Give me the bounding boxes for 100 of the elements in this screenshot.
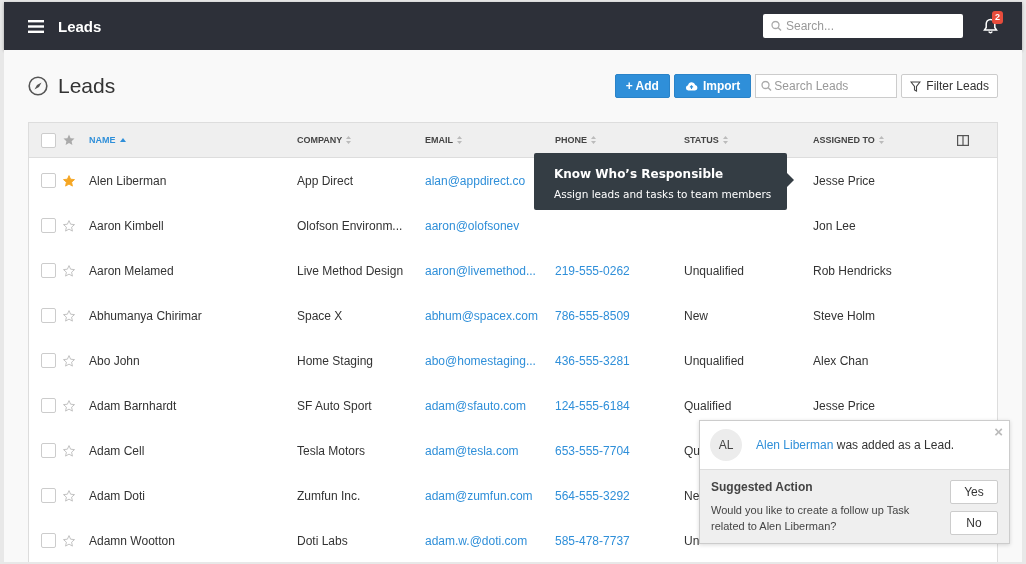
name-cell: Aaron Kimbell bbox=[89, 218, 164, 233]
filter-icon bbox=[910, 80, 922, 92]
column-header[interactable]: NAME bbox=[89, 135, 126, 145]
company-cell: Zumfun Inc. bbox=[297, 488, 361, 503]
status-cell: New bbox=[684, 308, 708, 323]
select-all-checkbox[interactable] bbox=[41, 132, 56, 148]
lead-link[interactable]: Alen Liberman bbox=[756, 438, 834, 452]
email-link[interactable]: abhum@spacex.com bbox=[425, 308, 538, 323]
email-link[interactable]: adam@tesla.com bbox=[425, 443, 519, 458]
phone-link[interactable]: 564-555-3292 bbox=[555, 488, 630, 503]
name-cell: Alen Liberman bbox=[89, 173, 167, 188]
search-icon bbox=[771, 20, 782, 32]
close-button[interactable]: × bbox=[994, 423, 1003, 440]
phone-link[interactable]: 786-555-8509 bbox=[555, 308, 630, 323]
row-checkbox[interactable] bbox=[41, 488, 56, 503]
phone-link[interactable]: 124-555-6184 bbox=[555, 398, 630, 413]
row-checkbox[interactable] bbox=[41, 398, 56, 413]
row-checkbox[interactable] bbox=[41, 218, 56, 233]
star-icon[interactable] bbox=[63, 264, 75, 277]
search-icon bbox=[761, 80, 773, 92]
star-icon[interactable] bbox=[63, 399, 75, 412]
status-cell: Qualified bbox=[684, 398, 732, 413]
company-cell: App Direct bbox=[297, 173, 354, 188]
yes-button[interactable]: Yes bbox=[950, 480, 998, 504]
row-checkbox[interactable] bbox=[41, 443, 56, 458]
email-link[interactable]: adam.w.@doti.com bbox=[425, 533, 528, 548]
columns-icon[interactable] bbox=[957, 134, 969, 146]
app-title: Leads bbox=[58, 17, 102, 35]
sort-icon bbox=[346, 136, 352, 144]
phone-link[interactable]: 436-555-3281 bbox=[555, 353, 630, 368]
name-cell: Adamn Wootton bbox=[89, 533, 175, 548]
name-cell: Adam Barnhardt bbox=[89, 398, 177, 413]
name-cell: Abhumanya Chirimar bbox=[89, 308, 202, 323]
sort-ascending-icon bbox=[119, 138, 126, 142]
column-header[interactable]: ASSIGNED TO bbox=[813, 135, 884, 145]
star-icon[interactable] bbox=[63, 309, 75, 322]
email-link[interactable]: alan@appdirect.co bbox=[425, 173, 526, 188]
suggestion-title: Suggested Action bbox=[711, 480, 814, 494]
name-cell: Adam Doti bbox=[89, 488, 146, 503]
suggestion-text: Would you like to create a follow up Task related to Alen Liberman? bbox=[711, 503, 911, 534]
sort-icon bbox=[591, 136, 596, 144]
email-link[interactable]: adam@zumfun.com bbox=[425, 488, 533, 503]
assignee-cell: Rob Hendricks bbox=[813, 263, 892, 278]
status-cell: Ne bbox=[684, 488, 700, 503]
company-cell: Olofson Environm... bbox=[297, 218, 403, 233]
sort-icon bbox=[878, 136, 884, 144]
email-link[interactable]: aaron@livemethod... bbox=[425, 263, 536, 278]
star-icon[interactable] bbox=[63, 219, 75, 232]
no-button[interactable]: No bbox=[950, 511, 998, 535]
assignee-cell: Steve Holm bbox=[813, 308, 876, 323]
tooltip-text: Assign leads and tasks to team members bbox=[554, 188, 772, 200]
company-cell: Doti Labs bbox=[297, 533, 348, 548]
tooltip-title: Know Who’s Responsible bbox=[554, 167, 725, 181]
star-icon[interactable] bbox=[63, 444, 75, 457]
email-link[interactable]: abo@homestaging... bbox=[425, 353, 536, 368]
star-icon bbox=[63, 134, 75, 146]
status-cell: Unqualified bbox=[684, 353, 745, 368]
company-cell: SF Auto Sport bbox=[297, 398, 372, 413]
column-header[interactable]: EMAIL bbox=[425, 135, 462, 145]
assignee-cell: Jesse Price bbox=[813, 398, 876, 413]
column-header[interactable]: COMPANY bbox=[297, 135, 352, 145]
import-button[interactable]: Import bbox=[673, 74, 752, 98]
status-cell: Qu bbox=[684, 443, 700, 458]
cloud-upload-icon bbox=[684, 81, 698, 91]
column-header[interactable]: PHONE bbox=[555, 135, 596, 145]
star-icon[interactable] bbox=[63, 354, 75, 367]
phone-link[interactable]: 653-555-7704 bbox=[555, 443, 630, 458]
star-icon[interactable] bbox=[63, 489, 75, 502]
email-link[interactable]: adam@sfauto.com bbox=[425, 398, 526, 413]
notification-message: Alen Liberman was added as a Lead. bbox=[756, 438, 955, 452]
company-cell: Live Method Design bbox=[297, 263, 404, 278]
sort-icon bbox=[722, 136, 728, 144]
status-cell: Unqualified bbox=[684, 263, 745, 278]
row-checkbox[interactable] bbox=[41, 353, 56, 368]
row-checkbox[interactable] bbox=[41, 173, 56, 188]
row-checkbox[interactable] bbox=[41, 263, 56, 278]
search-field[interactable]: Search... bbox=[763, 14, 963, 38]
name-cell: Aaron Melamed bbox=[89, 263, 174, 278]
notification-badge: 2 bbox=[992, 11, 1003, 24]
star-icon[interactable] bbox=[63, 534, 75, 547]
menu-icon[interactable] bbox=[28, 19, 44, 33]
row-checkbox[interactable] bbox=[41, 533, 56, 548]
assignee-cell: Jon Lee bbox=[813, 218, 856, 233]
company-cell: Space X bbox=[297, 308, 343, 323]
page-title: Leads bbox=[58, 74, 116, 98]
avatar: AL bbox=[710, 429, 742, 461]
star-icon[interactable] bbox=[63, 174, 75, 187]
add-button[interactable]: + Add bbox=[614, 74, 670, 98]
company-cell: Home Staging bbox=[297, 353, 374, 368]
search-leads-field[interactable]: Search Leads bbox=[755, 74, 898, 98]
phone-link[interactable]: 585-478-7737 bbox=[555, 533, 630, 548]
filter-leads-button[interactable]: Filter Leads bbox=[901, 74, 998, 98]
bell-icon[interactable] bbox=[983, 18, 998, 34]
row-checkbox[interactable] bbox=[41, 308, 56, 323]
assignee-cell: Jesse Price bbox=[813, 173, 876, 188]
company-cell: Tesla Motors bbox=[297, 443, 366, 458]
email-link[interactable]: aaron@olofsonev bbox=[425, 218, 520, 233]
phone-link[interactable]: 219-555-0262 bbox=[555, 263, 630, 278]
column-header[interactable]: STATUS bbox=[684, 135, 728, 145]
name-cell: Adam Cell bbox=[89, 443, 145, 458]
